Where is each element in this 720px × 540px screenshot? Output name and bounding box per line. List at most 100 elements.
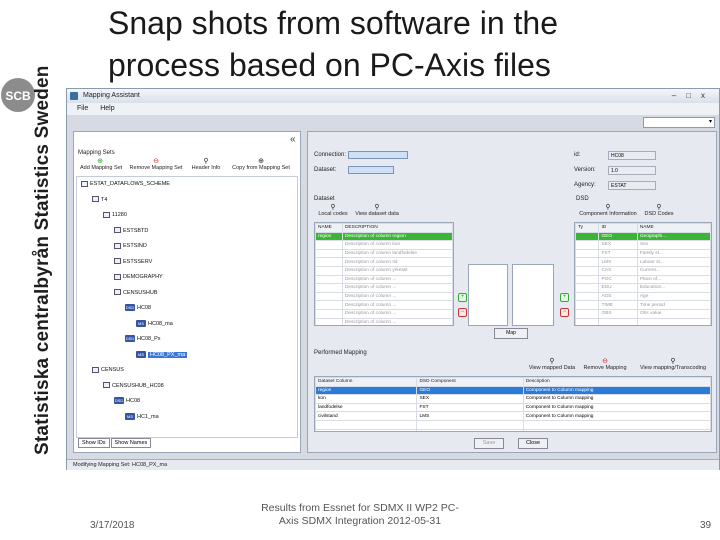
table-cell: Description of column tid bbox=[341, 257, 453, 267]
dataset-row[interactable]: Description of column tid bbox=[315, 257, 453, 267]
tab-show-names[interactable]: Show Names bbox=[110, 438, 152, 448]
connection-select[interactable] bbox=[348, 151, 408, 159]
dataset-row[interactable]: Description of column ... bbox=[315, 300, 453, 310]
dsd-row[interactable]: POC Place of... bbox=[575, 274, 711, 285]
column-header[interactable]: Ty bbox=[575, 223, 600, 233]
tree-node[interactable]: ESTSSERV bbox=[114, 258, 152, 266]
maximize-button[interactable]: □ bbox=[686, 91, 701, 100]
tree-node-label: DEMOGRAPHY bbox=[123, 274, 163, 280]
dataset-row[interactable]: Description of column ... bbox=[315, 317, 453, 325]
tab-show-ids[interactable]: Show IDs bbox=[78, 438, 110, 448]
mapping-row[interactable]: kon SEX Component to Column mapping bbox=[315, 394, 711, 404]
collapse-panel-button[interactable]: « bbox=[290, 134, 296, 145]
view-dataset-data-button[interactable]: ⚲ View dataset data bbox=[352, 204, 402, 217]
tree-node[interactable]: CENSUS bbox=[92, 366, 124, 374]
tree-node[interactable]: ESTSIND bbox=[114, 242, 147, 250]
mapping-row[interactable] bbox=[315, 419, 711, 430]
close-button[interactable]: x bbox=[701, 91, 715, 100]
remove-column-icon[interactable]: − bbox=[458, 308, 467, 317]
header-info-button[interactable]: ⚲ Header Info bbox=[188, 158, 224, 171]
view-mapping-transcoding-button[interactable]: ⚲ View mapping/Transcoding bbox=[632, 358, 714, 371]
mapping-row[interactable]: landfodelse FST Component to Column mappin… bbox=[315, 402, 711, 413]
dataset-row[interactable]: Description of column yrkesst bbox=[315, 265, 453, 276]
add-component-icon[interactable]: + bbox=[560, 293, 569, 302]
dsd-row[interactable]: OBS Obs value bbox=[575, 308, 711, 319]
dsd-row[interactable]: AGE Age bbox=[575, 291, 711, 302]
language-select[interactable]: ▾ bbox=[643, 117, 715, 128]
tree-node[interactable]: MS HC08_ma bbox=[136, 319, 173, 328]
tree-node-label: 11280 bbox=[112, 212, 127, 218]
dataset-row[interactable]: Description of column kon bbox=[315, 240, 453, 250]
dsd-row[interactable] bbox=[575, 317, 711, 325]
add-mapping-set-button[interactable]: ⊕ Add Mapping Set bbox=[80, 158, 122, 171]
menu-file[interactable]: File bbox=[77, 105, 88, 112]
local-codes-button[interactable]: ⚲ Local codes bbox=[316, 204, 350, 217]
dsd-row[interactable]: LMS Labour st... bbox=[575, 257, 711, 267]
table-cell bbox=[315, 240, 343, 250]
tree-node[interactable]: DEMOGRAPHY bbox=[114, 273, 163, 281]
tree-node[interactable]: MS HC08_PX_ma bbox=[136, 350, 188, 359]
folder-icon bbox=[114, 289, 121, 296]
dsd-row[interactable]: CAS Current... bbox=[575, 265, 711, 276]
mapping-row[interactable]: region GEO Component to Column mapping bbox=[315, 385, 711, 396]
dataset-row[interactable]: Description of column landfodelse bbox=[315, 248, 453, 259]
mapping-set-icon: MS bbox=[125, 412, 135, 420]
mapping-row[interactable] bbox=[315, 428, 711, 431]
tree-node[interactable]: CENSUSHUB bbox=[114, 289, 158, 297]
performed-mapping-table: Dataset Column DSD Component Description re… bbox=[314, 376, 712, 432]
mapping-assistant-window: Mapping Assistant –□x File Help ▾ Mappin… bbox=[66, 88, 720, 470]
dsd-row[interactable]: FST Family st... bbox=[575, 248, 711, 259]
tree-node[interactable]: CENSUSHUB_HC08 bbox=[103, 382, 164, 390]
dsd-row[interactable]: SEX Sex bbox=[575, 240, 711, 250]
add-column-icon[interactable]: + bbox=[458, 293, 467, 302]
search-icon: ⚲ bbox=[330, 204, 336, 211]
table-cell bbox=[575, 274, 600, 285]
dsd-row[interactable]: TIME Time period bbox=[575, 300, 711, 310]
remove-mapping-button[interactable]: ⊖ Remove Mapping bbox=[580, 358, 630, 371]
tree-node[interactable]: ESTSBTD bbox=[114, 227, 148, 235]
dsd-codes-button[interactable]: ⚲ DSD Codes bbox=[642, 204, 676, 217]
tree-node[interactable]: T4 bbox=[92, 196, 107, 204]
view-mapped-data-button[interactable]: ⚲ View mapped Data bbox=[526, 358, 578, 371]
tree-node[interactable]: 11280 bbox=[103, 211, 127, 219]
tree-node[interactable]: ESTAT_DATAFLOWS_SCHEME bbox=[81, 180, 170, 188]
slide-title-line1: Snap shots from software in the bbox=[108, 5, 558, 41]
map-button[interactable]: Map bbox=[494, 328, 528, 339]
dataset-row[interactable]: Description of column ... bbox=[315, 274, 453, 285]
table-cell bbox=[315, 308, 343, 319]
remove-component-icon[interactable]: − bbox=[560, 308, 569, 317]
table-cell: kon bbox=[315, 394, 418, 404]
column-header[interactable]: NAME bbox=[636, 223, 711, 233]
dsd-row[interactable]: GEO Geographi... bbox=[575, 231, 711, 242]
menu-help[interactable]: Help bbox=[100, 105, 114, 112]
copy-from-mapping-set-button[interactable]: ⊕ Copy from Mapping Set bbox=[228, 158, 294, 171]
tree-node[interactable]: DSD HC08 bbox=[125, 304, 151, 312]
dataset-select[interactable] bbox=[348, 166, 394, 174]
tree-node[interactable]: DSD HC08 bbox=[114, 397, 140, 405]
column-header[interactable]: NAME bbox=[315, 223, 343, 233]
component-information-button[interactable]: ⚲ Component Information bbox=[576, 204, 640, 217]
mapping-set-icon: MS bbox=[136, 350, 146, 358]
save-button[interactable]: Save bbox=[474, 438, 504, 449]
table-cell: TIME bbox=[598, 300, 638, 310]
table-cell bbox=[575, 231, 600, 242]
column-header[interactable]: Dataset Column bbox=[315, 377, 418, 387]
table-cell bbox=[315, 291, 343, 302]
column-header[interactable]: DSD Component bbox=[416, 377, 524, 387]
remove-mapping-set-button[interactable]: ⊖ Remove Mapping Set bbox=[128, 158, 184, 171]
tree-node[interactable]: DSD HC08_Px bbox=[125, 335, 161, 343]
mapping-sets-header: Mapping Sets bbox=[78, 150, 115, 156]
mapping-row[interactable]: civilstand LMS Component to Column mapping bbox=[315, 411, 711, 421]
dataset-row[interactable]: Description of column ... bbox=[315, 291, 453, 302]
table-cell bbox=[575, 300, 600, 310]
column-header[interactable]: Description bbox=[522, 377, 711, 387]
dsd-row[interactable]: EDU Education... bbox=[575, 283, 711, 293]
dataset-row[interactable]: Description of column ... bbox=[315, 308, 453, 319]
dataset-row[interactable]: Description of column ... bbox=[315, 283, 453, 293]
minimize-button[interactable]: – bbox=[672, 91, 686, 100]
tree-node[interactable]: MS HC1_ma bbox=[125, 412, 159, 421]
column-header[interactable]: DESCRIPTION bbox=[341, 223, 453, 233]
dataset-row[interactable]: region Description of column region bbox=[315, 231, 453, 242]
column-header[interactable]: ID bbox=[598, 223, 638, 233]
close-mapping-button[interactable]: Close bbox=[518, 438, 548, 449]
